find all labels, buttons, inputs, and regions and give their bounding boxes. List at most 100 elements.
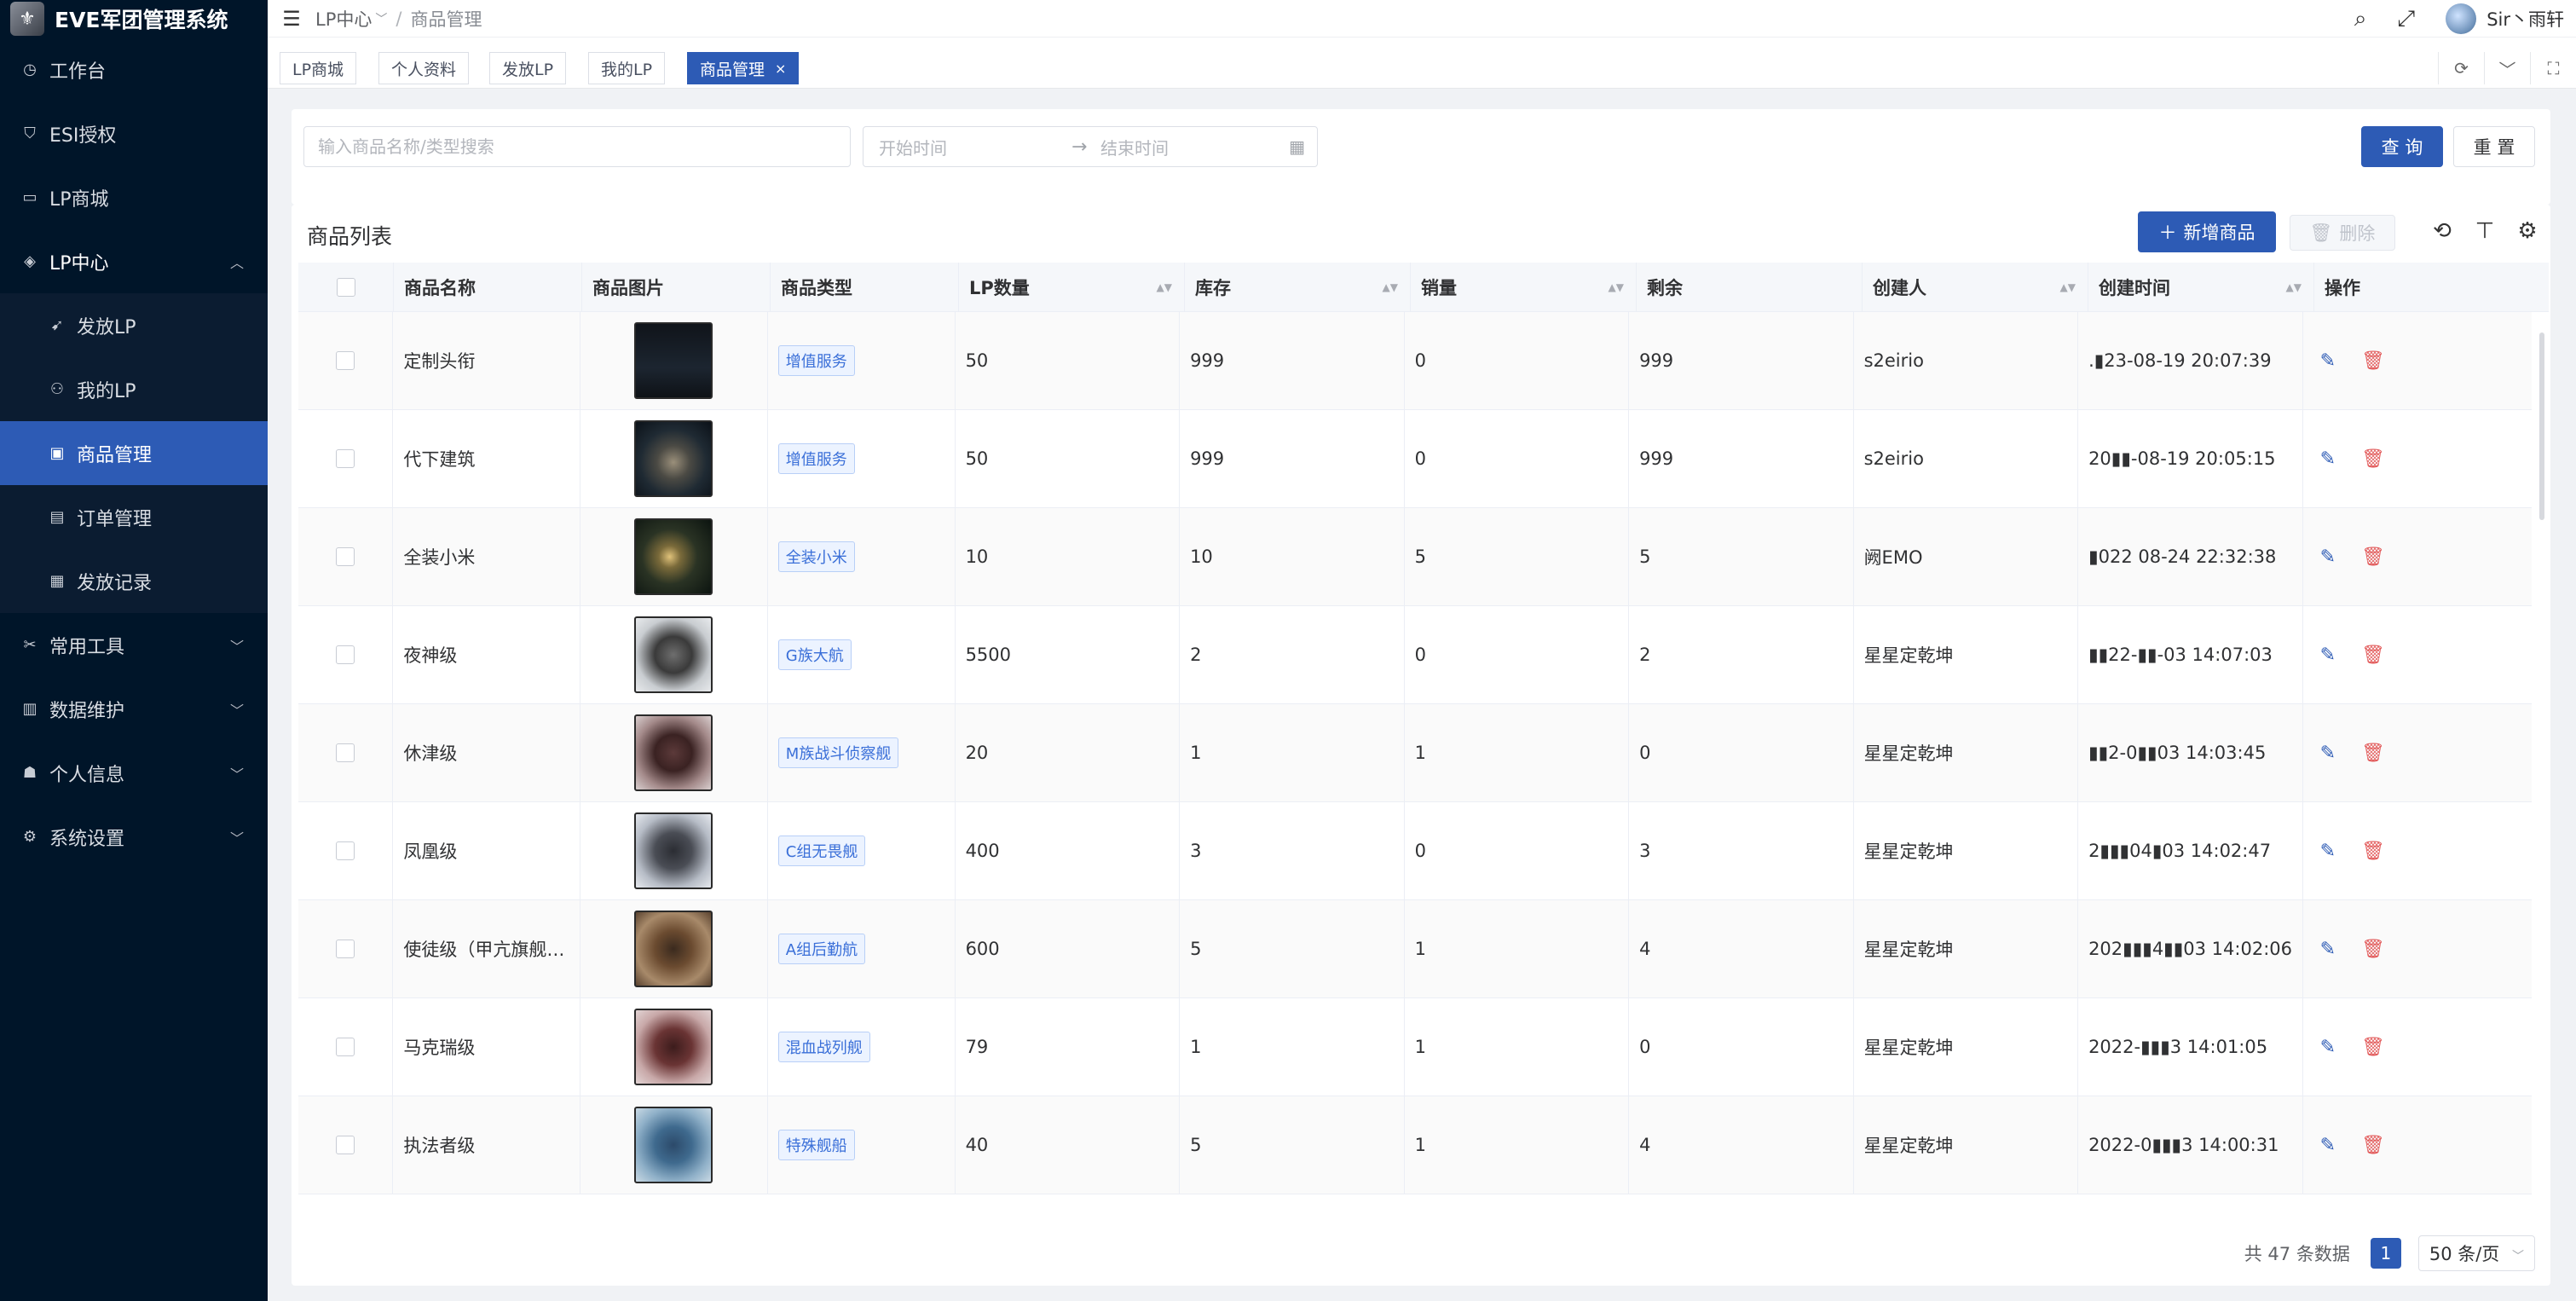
edit-icon[interactable]: ✎ (2320, 1037, 2336, 1058)
query-button[interactable]: 查 询 (2361, 126, 2443, 167)
sidebar-item-data[interactable]: ▥ 数据维护 ﹀ (0, 677, 268, 741)
sort-icon[interactable]: ▲▼ (1157, 282, 1172, 292)
row-checkbox[interactable] (336, 1038, 355, 1056)
row-checkbox[interactable] (336, 351, 355, 370)
edit-icon[interactable]: ✎ (2320, 645, 2336, 666)
table-row[interactable]: 休津级 M族战斗侦察舰 20 1 1 0 星星定乾坤 ▮▮2-0▮▮03 14:… (298, 704, 2532, 802)
sidebar-item-orders[interactable]: ▤ 订单管理 (0, 485, 268, 549)
sort-icon[interactable]: ▲▼ (1383, 282, 1398, 292)
tab-my-lp[interactable]: 我的LP (588, 52, 666, 84)
menu-collapse-icon[interactable]: ☰ (268, 7, 315, 31)
sidebar-item-profile[interactable]: ☗ 个人信息 ﹀ (0, 741, 268, 805)
sort-icon[interactable]: ▲▼ (1609, 282, 1624, 292)
sidebar-item-goods[interactable]: ▣ 商品管理 (0, 421, 268, 485)
trash-icon[interactable]: 🗑 (2361, 546, 2385, 568)
trash-icon[interactable]: 🗑 (2361, 448, 2385, 470)
sidebar-item-dashboard[interactable]: ◷ 工作台 (0, 38, 268, 101)
trash-icon[interactable]: 🗑 (2361, 743, 2385, 764)
goods-thumbnail[interactable] (634, 322, 713, 399)
fullscreen-icon[interactable]: ⤢ (2397, 6, 2415, 32)
delete-button[interactable]: 🗑 删除 (2290, 215, 2395, 251)
edit-icon[interactable]: ✎ (2320, 939, 2336, 960)
goods-type-tag: 增值服务 (777, 345, 855, 376)
add-goods-button[interactable]: ＋ 新增商品 (2138, 211, 2276, 252)
column-header-sortable[interactable]: LP数量 ▲▼ (959, 263, 1185, 311)
trash-icon[interactable]: 🗑 (2361, 841, 2385, 862)
logo[interactable]: ⚜ EVE军团管理系统 (0, 0, 268, 38)
select-all-checkbox[interactable] (336, 277, 355, 297)
close-icon[interactable]: × (775, 61, 786, 77)
tab-lp-store[interactable]: LP商城 (280, 52, 357, 84)
page-number-current[interactable]: 1 (2370, 1238, 2401, 1269)
tab-issue-lp[interactable]: 发放LP (489, 52, 567, 84)
refresh-icon[interactable]: ⟲ (2429, 218, 2455, 244)
refresh-icon[interactable]: ⟳ (2438, 52, 2484, 84)
column-height-icon[interactable]: ⊤ (2472, 218, 2498, 244)
sidebar-item-esi[interactable]: ⛉ ESI授权 (0, 101, 268, 165)
edit-icon[interactable]: ✎ (2320, 546, 2336, 568)
row-checkbox[interactable] (336, 743, 355, 762)
goods-thumbnail[interactable] (634, 616, 713, 693)
row-checkbox[interactable] (336, 940, 355, 958)
reset-button[interactable]: 重 置 (2453, 126, 2535, 167)
edit-icon[interactable]: ✎ (2320, 743, 2336, 764)
table-row[interactable]: 使徒级（甲亢旗舰… A组后勤航 600 5 1 4 星星定乾坤 202▮▮▮4▮… (298, 900, 2532, 998)
row-checkbox[interactable] (336, 547, 355, 566)
column-header-sortable[interactable]: 创建人 ▲▼ (1863, 263, 2088, 311)
trash-icon[interactable]: 🗑 (2361, 939, 2385, 960)
breadcrumb-item-lp-center[interactable]: LP中心 (315, 6, 372, 32)
tab-goods[interactable]: 商品管理 × (687, 52, 800, 84)
table-row[interactable]: 凤凰级 C组无畏舰 400 3 0 3 星星定乾坤 2▮▮▮04▮03 14:0… (298, 802, 2532, 900)
sidebar-item-tools[interactable]: ✂ 常用工具 ﹀ (0, 613, 268, 677)
edit-icon[interactable]: ✎ (2320, 350, 2336, 372)
table-row[interactable]: 全装小米 全装小米 10 10 5 5 阙EMO ▮022 08-24 22:3… (298, 508, 2532, 606)
goods-thumbnail[interactable] (634, 714, 713, 791)
table-row[interactable]: 代下建筑 增值服务 50 999 0 999 s2eirio 20▮▮-08-1… (298, 410, 2532, 508)
trash-icon[interactable]: 🗑 (2361, 1037, 2385, 1058)
sort-icon[interactable]: ▲▼ (2286, 282, 2302, 292)
row-checkbox[interactable] (336, 841, 355, 860)
goods-thumbnail[interactable] (634, 1009, 713, 1085)
goods-thumbnail[interactable] (634, 420, 713, 497)
maximize-icon[interactable]: ⛶ (2530, 52, 2576, 84)
sidebar-item-records[interactable]: ▦ 发放记录 (0, 549, 268, 613)
trash-icon[interactable]: 🗑 (2361, 1135, 2385, 1156)
lp-amount: 79 (956, 998, 1181, 1096)
column-header-sortable[interactable]: 创建时间 ▲▼ (2088, 263, 2314, 311)
tab-profile[interactable]: 个人资料 (378, 52, 470, 84)
gear-icon[interactable]: ⚙ (2515, 218, 2540, 244)
table-row[interactable]: 夜神级 G族大航 5500 2 0 2 星星定乾坤 ▮▮22-▮▮-03 14:… (298, 606, 2532, 704)
avatar[interactable] (2446, 3, 2477, 34)
table-row[interactable]: 执法者级 特殊舰船 40 5 1 4 星星定乾坤 2022-0▮▮▮3 14:0… (298, 1096, 2532, 1194)
page-size-select[interactable]: 50 条/页 ﹀ (2417, 1235, 2535, 1271)
sidebar-item-settings[interactable]: ⚙ 系统设置 ﹀ (0, 805, 268, 869)
search-icon[interactable]: ⌕ (2354, 6, 2367, 32)
column-header-sortable[interactable]: 销量 ▲▼ (1411, 263, 1637, 311)
sidebar-item-issue-lp[interactable]: ➹ 发放LP (0, 293, 268, 357)
column-header-sortable[interactable]: 库存 ▲▼ (1185, 263, 1411, 311)
goods-thumbnail[interactable] (634, 812, 713, 889)
sidebar-item-lp-center[interactable]: ◈ LP中心 ︿ (0, 229, 268, 293)
vertical-scrollbar[interactable] (2539, 332, 2544, 520)
chevron-down-icon[interactable]: ﹀ (2484, 52, 2530, 84)
tab-label: LP商城 (292, 60, 344, 79)
sidebar-item-my-lp[interactable]: ⚇ 我的LP (0, 357, 268, 421)
username[interactable]: Sir丶雨轩 (2486, 6, 2564, 32)
row-checkbox[interactable] (336, 1136, 355, 1154)
sidebar-item-lp-store[interactable]: ▭ LP商城 (0, 165, 268, 229)
trash-icon[interactable]: 🗑 (2361, 350, 2385, 372)
table-row[interactable]: 马克瑞级 混血战列舰 79 1 1 0 星星定乾坤 2022-▮▮▮3 14:0… (298, 998, 2532, 1096)
table-row[interactable]: 定制头衔 增值服务 50 999 0 999 s2eirio .▮23-08-1… (298, 312, 2532, 410)
date-range-picker[interactable]: 开始时间 → 结束时间 ▦ (863, 126, 1318, 167)
search-input[interactable] (303, 126, 851, 167)
row-checkbox[interactable] (336, 449, 355, 468)
trash-icon[interactable]: 🗑 (2361, 645, 2385, 666)
goods-thumbnail[interactable] (634, 911, 713, 987)
edit-icon[interactable]: ✎ (2320, 841, 2336, 862)
goods-thumbnail[interactable] (634, 1107, 713, 1183)
row-checkbox[interactable] (336, 645, 355, 664)
edit-icon[interactable]: ✎ (2320, 448, 2336, 470)
goods-thumbnail[interactable] (634, 518, 713, 595)
edit-icon[interactable]: ✎ (2320, 1135, 2336, 1156)
sort-icon[interactable]: ▲▼ (2060, 282, 2076, 292)
